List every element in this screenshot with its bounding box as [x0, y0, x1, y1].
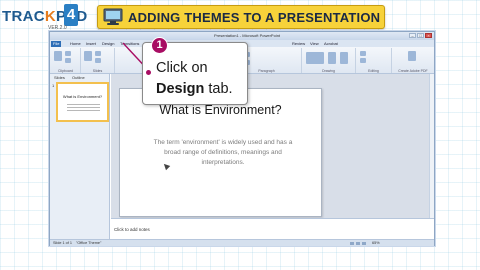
callout-dot: [146, 70, 151, 75]
instruction-suffix: tab.: [204, 81, 233, 97]
step-number-badge: 1: [151, 37, 168, 54]
instruction-emphasis: Design: [156, 81, 205, 97]
instruction-text: Click on Design tab.: [156, 58, 233, 100]
instruction-line-2: Design tab.: [156, 79, 233, 100]
instruction-line-1: Click on: [156, 60, 208, 76]
callout-pointer: [122, 42, 151, 73]
